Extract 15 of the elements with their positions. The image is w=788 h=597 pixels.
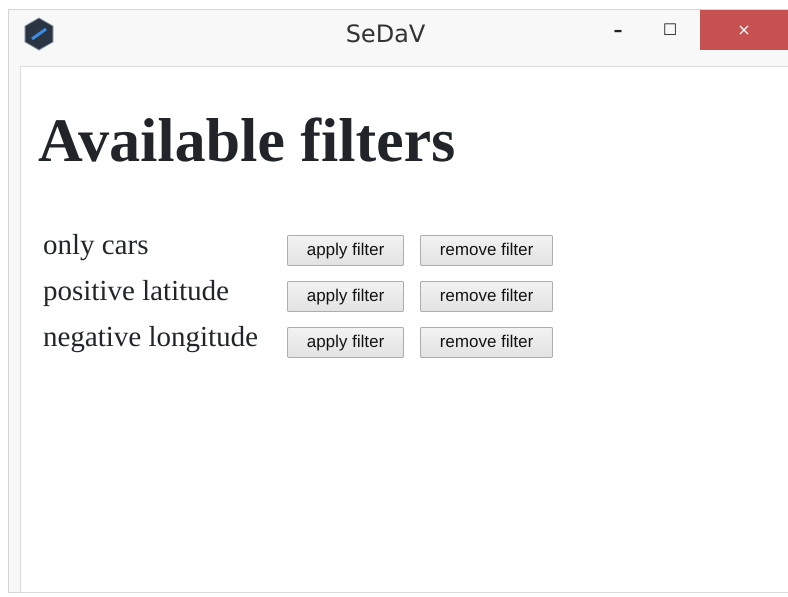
app-icon — [23, 17, 55, 51]
apply-filter-button[interactable]: apply filter — [287, 326, 404, 358]
remove-filter-button[interactable]: remove filter — [420, 280, 553, 312]
apply-filter-button[interactable]: apply filter — [287, 280, 404, 312]
remove-filter-button[interactable]: remove filter — [420, 326, 553, 358]
filter-label: only cars — [42, 228, 150, 264]
maximize-button[interactable]: ☐ — [640, 10, 700, 50]
close-button[interactable]: × — [700, 10, 788, 50]
page-heading: Available filters — [38, 107, 456, 176]
remove-filter-button[interactable]: remove filter — [420, 234, 553, 266]
filter-label: negative longitude — [42, 320, 260, 356]
window-title: SeDaV — [344, 19, 426, 50]
apply-filter-button[interactable]: apply filter — [287, 234, 404, 266]
minimize-button[interactable]: – — [596, 10, 640, 50]
filter-label: positive latitude — [42, 274, 230, 310]
